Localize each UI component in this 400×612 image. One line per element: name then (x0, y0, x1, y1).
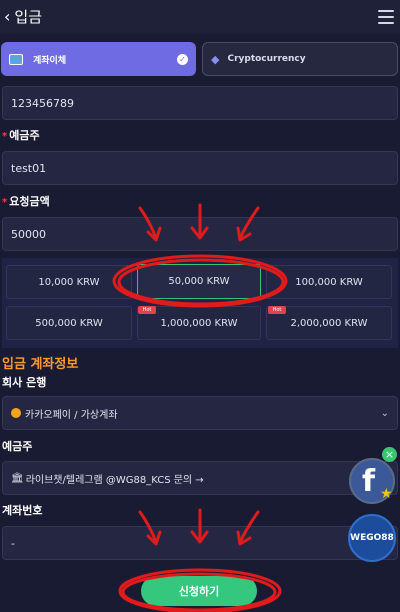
close-icon[interactable]: × (382, 447, 397, 462)
ethereum-icon: ◆ (211, 52, 220, 66)
back-button[interactable]: ‹ 입금 (4, 6, 42, 27)
tab-bank-transfer[interactable]: 계좌이체 ✓ (1, 42, 196, 76)
company-bank-label: 회사 은행 (2, 376, 47, 389)
star-icon: ★ (380, 486, 393, 502)
account-number-label: 계좌번호 (2, 504, 43, 517)
holder-field: 🏛 라이브챗/텔레그램 @WG88_KCS 문의 → (2, 461, 398, 495)
bank-select[interactable]: 카카오페이 / 가상계좌 ⌄ (2, 396, 398, 430)
tab-label: 계좌이체 (33, 55, 67, 66)
hot-badge: Hot (138, 306, 156, 314)
kakaopay-coin-icon (11, 408, 21, 418)
deposit-info-title: 입금 계좌정보 (2, 357, 79, 372)
amount-option-10000[interactable]: 10,000 KRW (6, 265, 132, 299)
chevron-down-icon: ⌄ (380, 407, 389, 419)
tab-label: Cryptocurrency (227, 54, 306, 64)
account-input[interactable]: 123456789 (2, 86, 398, 120)
depositor-input[interactable]: test01 (2, 151, 398, 185)
submit-button[interactable]: 신청하기 (141, 576, 257, 606)
hamburger-menu-icon[interactable] (378, 10, 394, 24)
amount-label: * 요청금액 (2, 195, 50, 208)
holder-label: 예금주 (2, 440, 33, 453)
page-title: 입금 (14, 8, 43, 26)
check-icon: ✓ (177, 53, 188, 65)
top-bar (0, 0, 400, 34)
facebook-button[interactable]: f ★ (349, 458, 395, 504)
chevron-left-icon: ‹ (4, 7, 11, 26)
wego88-button[interactable]: WEGO88 (348, 514, 396, 562)
amount-option-100000[interactable]: 100,000 KRW (266, 265, 392, 299)
bank-building-icon: 🏛 (11, 472, 24, 484)
depositor-label: * 예금주 (2, 129, 40, 142)
amount-option-50000[interactable]: 50,000 KRW (137, 264, 261, 299)
tab-cryptocurrency[interactable]: ◆ Cryptocurrency (202, 42, 398, 76)
facebook-icon: f (362, 464, 376, 499)
amount-input[interactable]: 50000 (2, 217, 398, 251)
amount-option-500000[interactable]: 500,000 KRW (6, 306, 132, 340)
wego88-logo-text: WEGO88 (350, 533, 394, 543)
hot-badge: Hot (268, 306, 286, 314)
bank-card-icon (9, 53, 23, 65)
account-number-field: - (2, 526, 398, 560)
